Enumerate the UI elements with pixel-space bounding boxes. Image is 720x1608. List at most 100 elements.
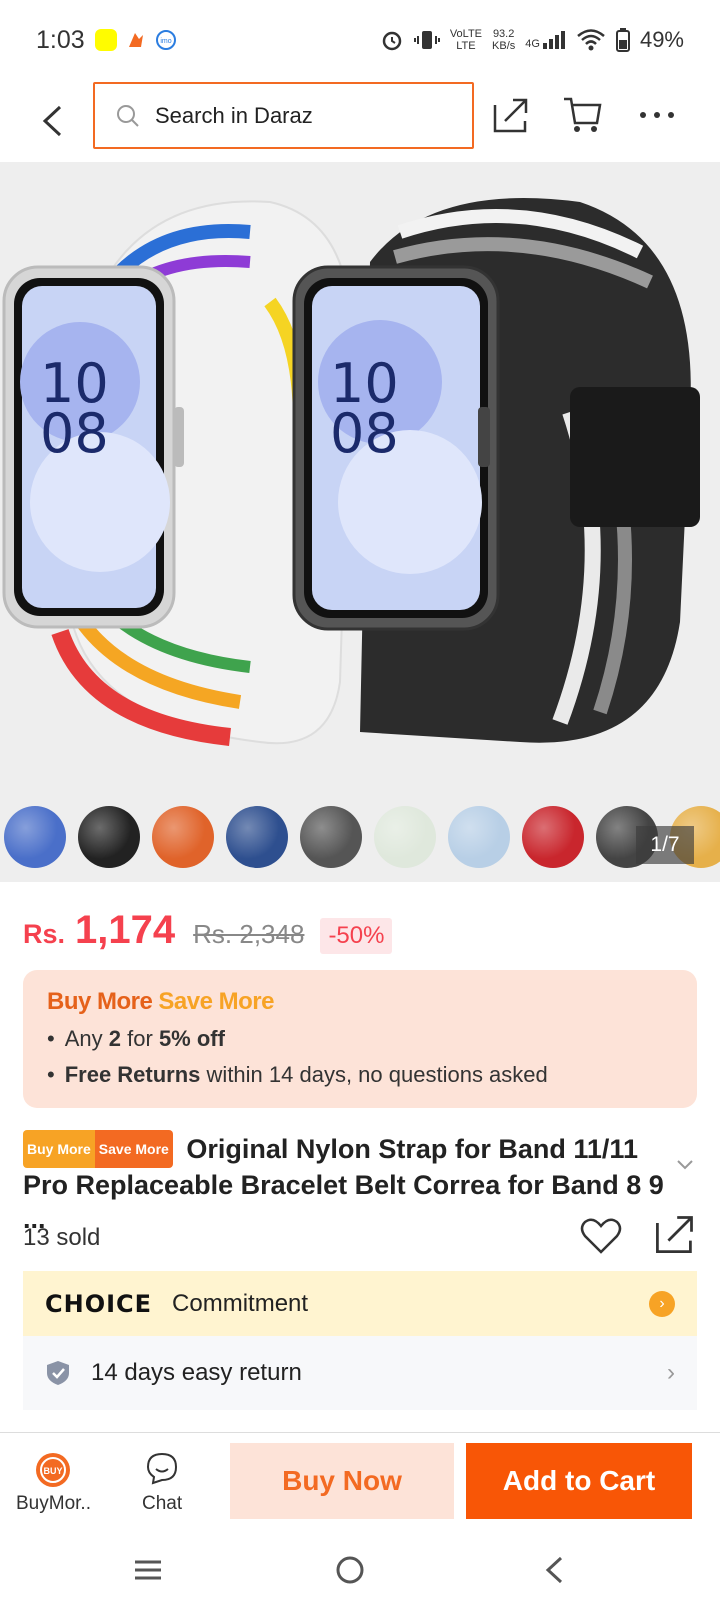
original-price: Rs. 2,348 (193, 919, 305, 949)
promo-title-a: Buy More (47, 988, 153, 1015)
signal-icon (542, 31, 565, 49)
sold-count: 13 sold (23, 1224, 101, 1251)
color-variant-thumb-2[interactable] (78, 806, 140, 868)
price-row: Rs. 1,174 Rs. 2,348 -50% (23, 908, 393, 954)
search-icon (117, 104, 139, 127)
buy-more-save-more-promo[interactable]: Buy More Save More • Any 2 for 5% off • F… (23, 970, 697, 1108)
image-counter: 1/7 (636, 826, 694, 864)
currency-label: Rs. (23, 919, 66, 949)
svg-text:08: 08 (40, 402, 109, 465)
badge-save-more: Save More (94, 1129, 173, 1168)
promo-off: 5% off (158, 1026, 225, 1051)
promo-line-text: Any 2 for 5% off (65, 1026, 225, 1052)
network-type: 4G (525, 38, 540, 50)
chevron-right-icon: › (667, 1359, 675, 1386)
vibrate-icon (413, 31, 440, 49)
promo-for: for (127, 1026, 153, 1051)
back-button[interactable] (22, 91, 82, 151)
search-input[interactable]: Search in Daraz (93, 82, 474, 149)
color-variant-thumbnails (0, 806, 720, 876)
chevron-right-icon: › (649, 1290, 675, 1317)
share-icon (656, 1216, 693, 1253)
cart-button[interactable] (562, 94, 604, 136)
promo-title-b: Save More (158, 988, 274, 1015)
home-circle-icon (336, 1556, 364, 1584)
volte-indicator: VoLTE LTE (450, 28, 482, 52)
bullet: • (47, 1062, 55, 1087)
sold-row: 13 sold (23, 1216, 697, 1258)
choice-text: Commitment (172, 1289, 309, 1317)
chevron-left-icon (545, 1556, 563, 1584)
notification-icon (124, 29, 147, 51)
svg-text:08: 08 (330, 402, 399, 465)
more-options-button[interactable] (636, 94, 678, 136)
add-to-cart-button[interactable]: Add to Cart (466, 1443, 692, 1519)
alarm-icon (382, 31, 402, 51)
discount-badge: -50% (320, 918, 393, 954)
volte-label: VoLTE (449, 28, 483, 40)
notification-icons: imo (94, 29, 177, 51)
shield-check-icon (47, 1361, 69, 1385)
choice-logo: CHOICE (45, 1289, 153, 1318)
color-variant-thumb-3[interactable] (152, 806, 214, 868)
buymore-save-icon: BUY (36, 1453, 71, 1487)
system-navigation-bar (0, 1534, 720, 1608)
chat-icon (147, 1452, 178, 1485)
share-icon (493, 98, 528, 133)
status-bar: 1:03 imo VoLTE LTE 93.2 KB/s 4G 49% (0, 0, 720, 80)
color-variant-thumb-4[interactable] (226, 806, 288, 868)
share-product-button[interactable] (653, 1212, 699, 1258)
promo-returns-text: Free Returns within 14 days, no question… (65, 1062, 548, 1088)
easy-return-row[interactable]: 14 days easy return › (23, 1336, 697, 1410)
free-returns-label: Free Returns (64, 1062, 201, 1087)
badge-buy-more: Buy More (23, 1129, 95, 1168)
promo-title: Buy More Save More (47, 988, 673, 1016)
chat-label: Chat (142, 1493, 183, 1514)
lte-label: LTE (456, 40, 476, 52)
color-variant-thumb-5[interactable] (300, 806, 362, 868)
promo-line-discount: • Any 2 for 5% off (47, 1026, 673, 1052)
share-button[interactable] (490, 94, 532, 136)
svg-text:BUY: BUY (44, 1466, 63, 1476)
return-text: 14 days easy return (91, 1359, 302, 1386)
battery-icon (615, 28, 630, 52)
chevron-down-icon (677, 1160, 693, 1170)
wishlist-button[interactable] (579, 1214, 623, 1258)
color-variant-thumb-8[interactable] (522, 806, 584, 868)
snapchat-icon (94, 29, 117, 51)
color-variant-thumb-7[interactable] (448, 806, 510, 868)
promo-line-returns: • Free Returns within 14 days, no questi… (47, 1062, 673, 1088)
product-image-gallery[interactable]: 10 08 10 08 (0, 162, 720, 882)
heart-icon (580, 1218, 622, 1254)
wifi-icon (577, 29, 605, 51)
imo-icon: imo (155, 29, 177, 51)
expand-title-button[interactable] (674, 1153, 696, 1175)
speed-value: 93.2 (492, 28, 515, 40)
buy-now-button[interactable]: Buy Now (230, 1443, 454, 1519)
bottom-action-bar: BUY BuyMor.. Chat Buy Now Add to Cart (0, 1432, 720, 1534)
svg-text:imo: imo (160, 38, 171, 45)
status-indicators: VoLTE LTE 93.2 KB/s 4G 49% (380, 27, 684, 53)
top-navigation: Search in Daraz (0, 80, 720, 162)
signal-group: 4G (525, 30, 566, 50)
promo-any: Any (64, 1026, 103, 1051)
color-variant-thumb-1[interactable] (4, 806, 66, 868)
choice-commitment-row[interactable]: CHOICE Commitment › (23, 1271, 697, 1336)
home-button[interactable] (326, 1548, 374, 1592)
battery-level: 49% (639, 27, 684, 52)
promo-qty: 2 (108, 1026, 121, 1051)
recent-apps-button[interactable] (124, 1548, 172, 1592)
current-price: 1,174 (75, 908, 176, 952)
search-placeholder: Search in Daraz (155, 102, 313, 128)
product-image: 10 08 10 08 (2, 198, 700, 746)
chevron-left-icon (42, 105, 62, 137)
speed-indicator: 93.2 KB/s (492, 28, 515, 52)
free-returns-detail: within 14 days, no questions asked (206, 1062, 548, 1087)
more-dots-icon (640, 112, 674, 118)
color-variant-thumb-6[interactable] (374, 806, 436, 868)
menu-lines-icon (135, 1560, 161, 1580)
system-back-button[interactable] (530, 1548, 578, 1592)
status-time: 1:03 (36, 25, 85, 54)
buymore-button[interactable]: BUY BuyMor.. (16, 1451, 91, 1515)
chat-button[interactable]: Chat (142, 1451, 182, 1515)
